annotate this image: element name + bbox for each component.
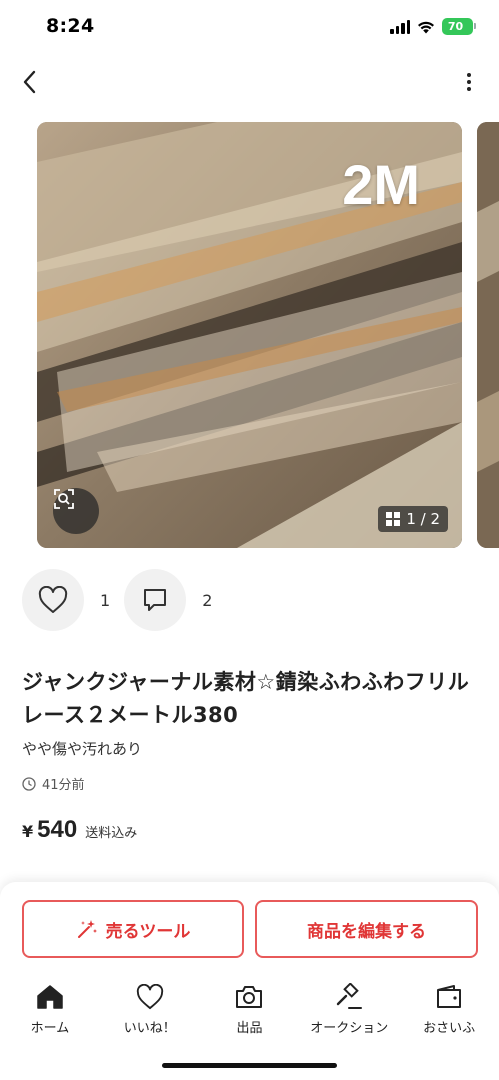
zoom-scan-icon	[54, 489, 74, 509]
item-condition: やや傷や汚れあり	[22, 740, 143, 758]
tab-wallet[interactable]: おさいふ	[399, 980, 499, 1040]
zoom-button[interactable]	[53, 488, 99, 534]
tab-likes[interactable]: いいね！	[100, 980, 200, 1040]
reactions-row: 1 2	[22, 568, 226, 632]
status-time: 8:24	[46, 15, 95, 37]
comment-button[interactable]	[124, 569, 187, 631]
more-options-button[interactable]	[459, 64, 479, 100]
next-product-image[interactable]	[477, 122, 499, 548]
tab-sell-label: 出品	[236, 1021, 263, 1036]
back-button[interactable]	[12, 64, 48, 100]
wallet-icon	[437, 985, 462, 1008]
like-button[interactable]	[22, 569, 84, 631]
top-navigation	[0, 56, 499, 112]
clock-icon	[22, 776, 36, 791]
home-indicator	[162, 1063, 337, 1068]
tab-home[interactable]: ホーム	[0, 980, 100, 1040]
status-icons: 70	[390, 18, 476, 35]
heart-icon	[38, 586, 68, 613]
vertical-ellipsis-icon	[467, 73, 471, 77]
tab-bar: ホーム いいね！ 出品 オークション おさいふ	[0, 980, 499, 1040]
like-count: 1	[100, 590, 111, 610]
home-icon	[37, 985, 63, 1009]
sell-tool-label: 売るツール	[105, 921, 191, 942]
status-bar: 8:24 70	[0, 0, 499, 56]
chevron-left-icon	[23, 70, 36, 94]
posted-time-row: 41分前	[22, 774, 85, 793]
grid-icon	[386, 512, 401, 526]
comment-count: 2	[202, 590, 213, 610]
wifi-icon	[418, 21, 434, 33]
magic-wand-icon	[77, 920, 97, 938]
product-image[interactable]: 2M 1 / 2	[37, 122, 462, 548]
image-counter-text: 1 / 2	[406, 510, 440, 528]
price-value: 540	[37, 816, 78, 843]
sell-tool-button[interactable]: 売るツール	[22, 900, 244, 958]
bottom-panel: 売るツール 商品を編集する ホーム いいね！ 出品 オークション おさいふ	[0, 882, 499, 1080]
shipping-note: 送料込み	[85, 826, 138, 841]
signal-icon	[390, 19, 410, 34]
photo-overlay-text: 2M	[342, 153, 420, 216]
gavel-icon	[337, 983, 363, 1009]
edit-item-label: 商品を編集する	[307, 921, 426, 942]
image-carousel[interactable]: 2M 1 / 2	[0, 122, 499, 548]
item-title: ジャンクジャーナル素材☆錆染ふわふわフリルレース２メートル380	[22, 670, 470, 727]
battery-indicator: 70	[442, 18, 476, 35]
tab-likes-label: いいね！	[123, 1021, 176, 1036]
battery-level: 70	[447, 20, 464, 33]
comment-icon	[144, 589, 167, 611]
next-photo	[477, 122, 499, 548]
camera-icon	[236, 986, 263, 1008]
tab-sell[interactable]: 出品	[200, 980, 300, 1040]
tab-home-label: ホーム	[30, 1021, 70, 1036]
edit-item-button[interactable]: 商品を編集する	[255, 900, 478, 958]
currency-symbol: ¥	[22, 822, 34, 841]
image-counter: 1 / 2	[378, 506, 448, 532]
tab-wallet-label: おさいふ	[423, 1021, 476, 1036]
price-row: ¥ 540 送料込み	[22, 816, 137, 844]
tab-auction-label: オークション	[310, 1021, 389, 1036]
tab-auction[interactable]: オークション	[299, 980, 399, 1040]
posted-time: 41分前	[42, 778, 85, 793]
heart-icon	[136, 984, 163, 1010]
